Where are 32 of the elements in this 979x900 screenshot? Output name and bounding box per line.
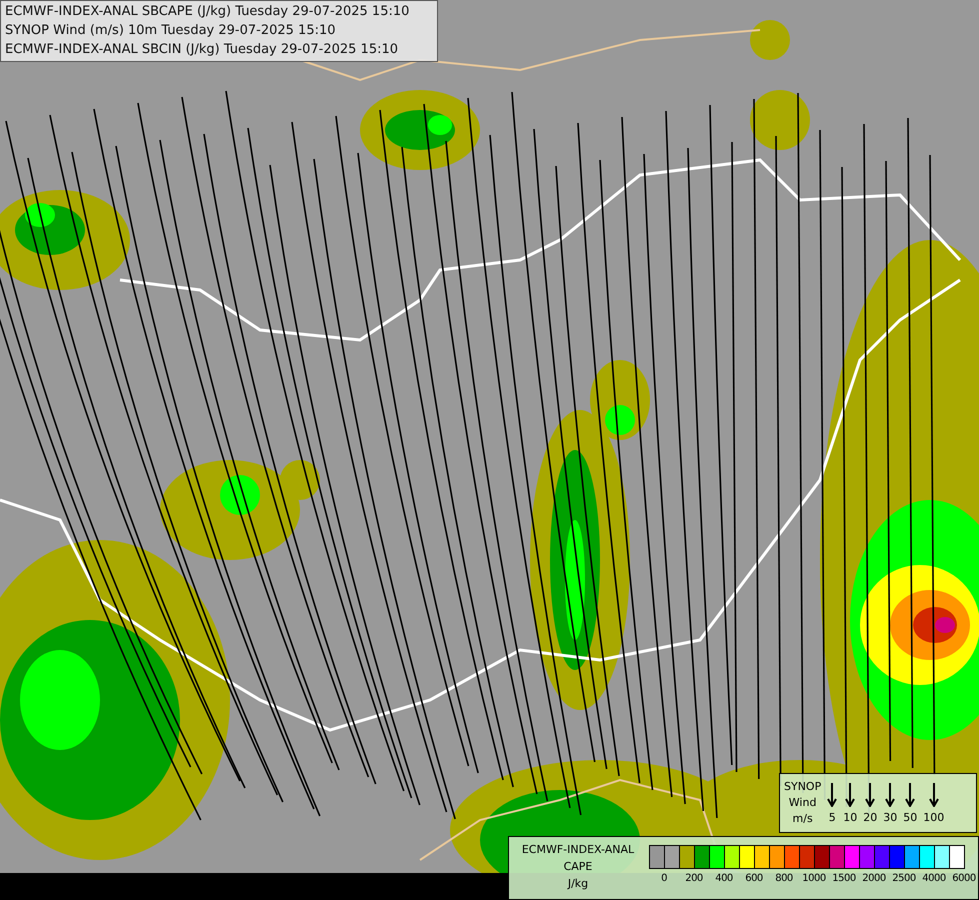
arrow-down-icon <box>885 782 896 806</box>
legend-title: ECMWF-INDEX-ANAL <box>522 842 634 858</box>
arrow-down-icon <box>928 782 939 806</box>
layer-title: ECMWF-INDEX-ANAL SBCAPE (J/kg) Tuesday 29-07-2025 15:10 <box>5 3 410 21</box>
legend-title: m/s <box>792 811 813 827</box>
arrow-down-icon <box>845 782 856 806</box>
speed-label: 20 <box>863 810 878 824</box>
legend-title: J/kg <box>568 876 588 892</box>
scale-label: 2000 <box>862 873 886 884</box>
arrow-down-icon <box>865 782 876 806</box>
scale-label: 4000 <box>922 873 946 884</box>
arrow-down-icon <box>827 782 838 806</box>
scale-label: 1500 <box>832 873 856 884</box>
scale-label: 200 <box>685 873 703 884</box>
legend-title: CAPE <box>564 859 592 875</box>
scale-label: 2500 <box>892 873 916 884</box>
layer-title: ECMWF-INDEX-ANAL SBCIN (J/kg) Tuesday 29-07-2025 15:10 <box>5 41 400 59</box>
speed-label: 10 <box>843 810 858 824</box>
speed-label: 5 <box>828 810 836 824</box>
arrow-down-icon <box>905 782 916 806</box>
layer-title: SYNOP Wind (m/s) 10m Tuesday 29-07-2025 15:10 <box>5 22 337 40</box>
scale-label: 0 <box>661 873 667 884</box>
speed-label: 100 <box>923 810 944 824</box>
speed-label: 50 <box>903 810 918 824</box>
scale-label: 6000 <box>952 873 976 884</box>
legend-title: SYNOP <box>784 779 822 795</box>
scale-label: 800 <box>775 873 793 884</box>
speed-label: 30 <box>883 810 898 824</box>
scale-label: 600 <box>745 873 763 884</box>
scale-label: 400 <box>715 873 733 884</box>
legend-title: Wind <box>788 795 816 811</box>
scale-label: 1000 <box>802 873 826 884</box>
